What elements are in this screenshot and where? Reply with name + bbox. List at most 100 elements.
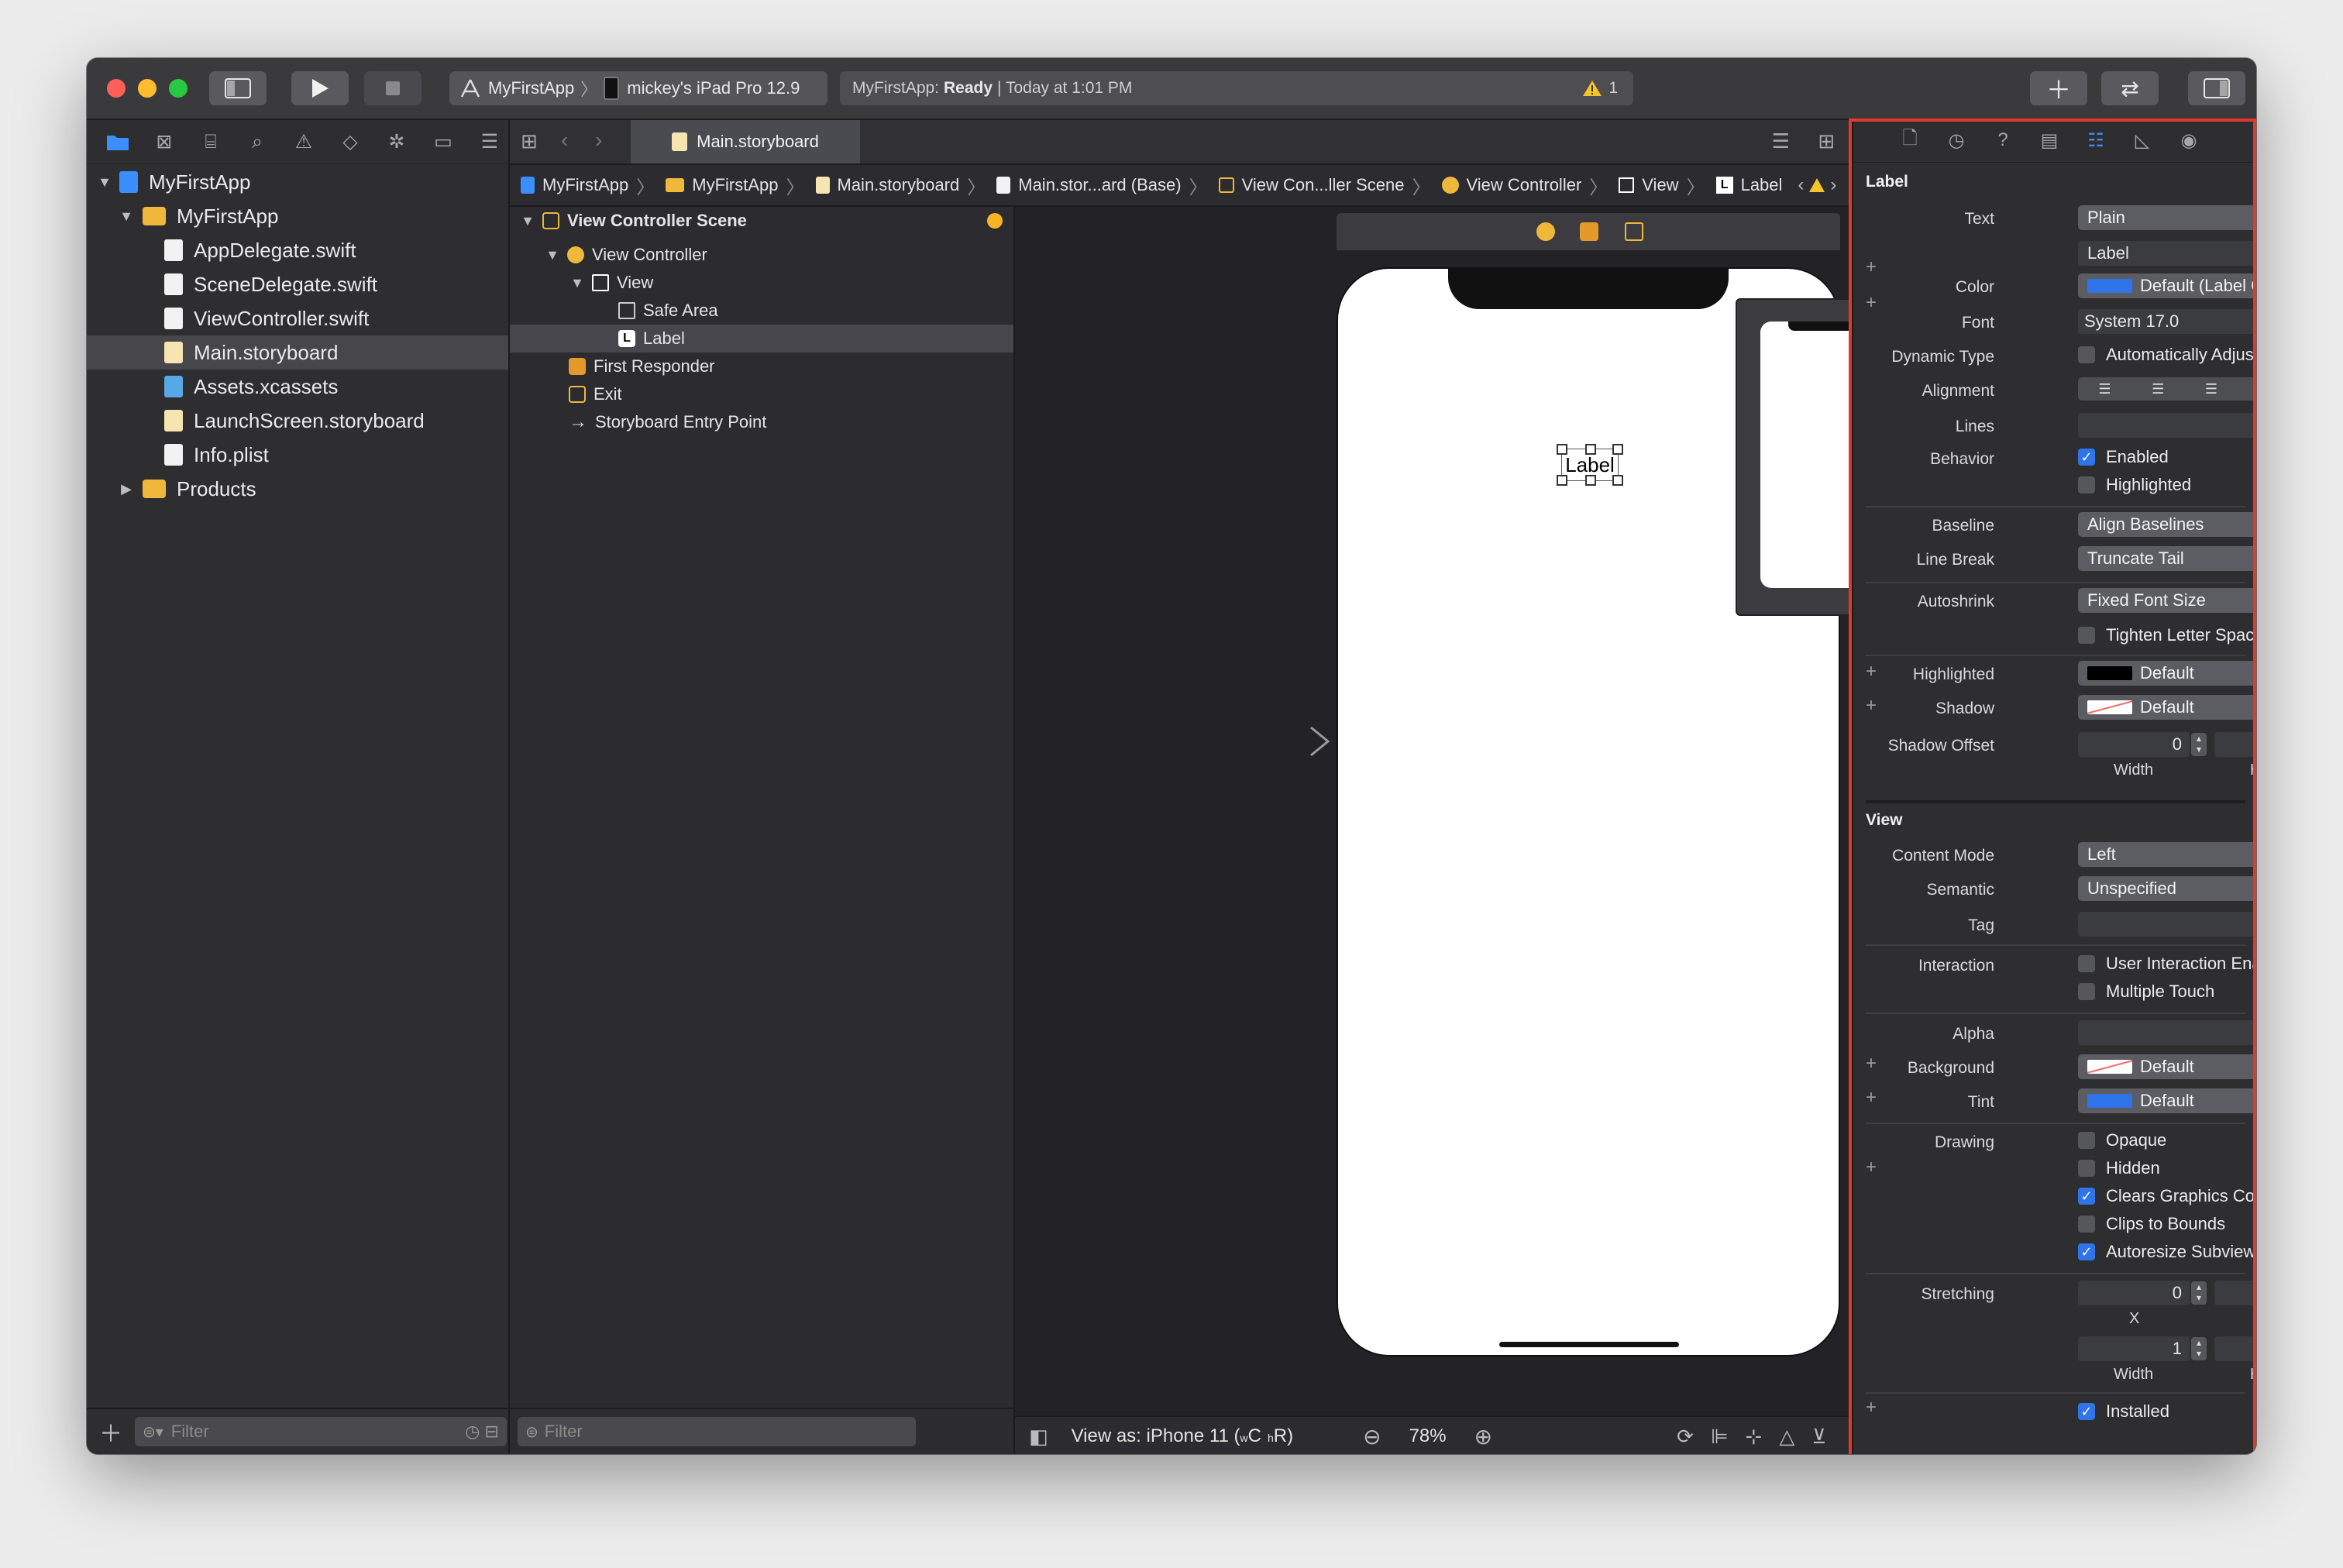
outline-item-scene[interactable]: ▼ View Controller Scene	[510, 207, 1013, 235]
issue-icon[interactable]: ⚠	[285, 125, 322, 159]
resize-handle[interactable]	[1585, 475, 1596, 486]
stretch-y-field[interactable]: 0	[2214, 1281, 2256, 1305]
outline-filter-field[interactable]: ⊜ Filter	[518, 1417, 916, 1446]
recent-files-icon[interactable]: ◷ ⊟	[465, 1422, 499, 1442]
installed-checkbox[interactable]: ✓	[2078, 1403, 2095, 1420]
add-variation-icon[interactable]: +	[1866, 1397, 1877, 1418]
help-inspector-icon[interactable]: ?	[1985, 122, 2021, 158]
color-popup[interactable]: Default (Label Color) ▴▾	[2078, 273, 2256, 298]
tree-item-scenedelegate[interactable]: SceneDelegate.swift	[87, 267, 508, 301]
resize-handle[interactable]	[1557, 475, 1567, 486]
add-variation-icon[interactable]: +	[1866, 1053, 1877, 1075]
breadcrumb-base[interactable]: Main.stor...ard (Base) 〉	[996, 172, 1208, 199]
first-responder-icon[interactable]	[1580, 222, 1598, 241]
align-left-icon[interactable]: ☰	[2078, 377, 2131, 401]
tint-color-popup[interactable]: Default ▴▾	[2078, 1088, 2256, 1113]
outline-item-view[interactable]: ▼ View	[510, 269, 1013, 297]
connections-inspector-icon[interactable]: ◉	[2171, 122, 2207, 158]
hidden-checkbox[interactable]	[2078, 1160, 2095, 1177]
entry-point-arrow-icon[interactable]	[1216, 726, 1333, 757]
breadcrumb-storyboard[interactable]: Main.storyboard 〉	[815, 172, 986, 199]
disclosure-closed-icon[interactable]: ▶	[118, 481, 135, 497]
highlighted-color-popup[interactable]: Default ▴▾	[2078, 661, 2256, 686]
tree-item-main-storyboard[interactable]: Main.storyboard	[87, 335, 508, 370]
content-mode-popup[interactable]: Left ▴▾	[2078, 842, 2256, 867]
identity-inspector-icon[interactable]: ▤	[2032, 122, 2067, 158]
view-controller-icon[interactable]	[1536, 222, 1555, 241]
exit-icon[interactable]	[1625, 222, 1643, 241]
warning-indicator[interactable]: 1	[1582, 79, 1618, 98]
alpha-field[interactable]: 1	[2078, 1020, 2256, 1045]
breadcrumb-project[interactable]: MyFirstApp 〉	[521, 172, 655, 199]
stretch-height-field[interactable]: 1	[2214, 1336, 2256, 1361]
zoom-window-button[interactable]	[169, 79, 188, 98]
add-file-icon[interactable]: ＋	[99, 1415, 122, 1449]
related-items-icon[interactable]: ⊞	[521, 129, 538, 153]
line-break-popup[interactable]: Truncate Tail ▴▾	[2078, 546, 2256, 571]
stop-button[interactable]	[364, 71, 421, 105]
opaque-checkbox[interactable]	[2078, 1132, 2095, 1149]
zoom-level[interactable]: 78%	[1409, 1425, 1447, 1447]
clears-graphics-checkbox[interactable]: ✓	[2078, 1188, 2095, 1205]
user-interaction-checkbox[interactable]	[2078, 955, 2095, 972]
shadow-offset-width-stepper[interactable]: ▴ ▾	[2191, 733, 2207, 756]
forward-arrow-icon[interactable]: ›	[595, 128, 602, 153]
resolve-issues-icon[interactable]: △	[1779, 1425, 1794, 1449]
label-text-field[interactable]: Label	[2078, 241, 2256, 266]
align-center-icon[interactable]: ☰	[2131, 377, 2185, 401]
shadow-offset-width-field[interactable]: 0	[2078, 732, 2190, 757]
previous-issue-icon[interactable]: ‹	[1798, 174, 1804, 196]
outline-item-exit[interactable]: Exit	[510, 380, 1013, 408]
tighten-spacing-checkbox[interactable]	[2078, 627, 2095, 644]
file-inspector-icon[interactable]: 🗋	[1892, 122, 1928, 158]
add-variation-icon[interactable]: +	[1866, 661, 1877, 683]
attributes-inspector-icon[interactable]: ☷	[2078, 122, 2114, 158]
lines-field[interactable]: 1	[2078, 413, 2256, 438]
breadcrumb-view-controller[interactable]: View Controller 〉	[1441, 172, 1608, 199]
run-button[interactable]	[291, 71, 349, 105]
navigator-filter-field[interactable]: ⊜▾ Filter ◷ ⊟	[135, 1417, 507, 1446]
breadcrumb-view[interactable]: View 〉	[1619, 172, 1705, 199]
resize-handle[interactable]	[1585, 444, 1596, 455]
breadcrumb-scene[interactable]: View Con...ller Scene 〉	[1218, 172, 1431, 199]
stretch-width-field[interactable]: 1	[2078, 1336, 2190, 1361]
code-review-button[interactable]: ⇄	[2101, 71, 2159, 105]
add-variation-icon[interactable]: +	[1866, 292, 1877, 314]
align-icon[interactable]: ⊫	[1711, 1425, 1729, 1449]
resize-handle[interactable]	[1612, 444, 1623, 455]
tag-field[interactable]: 0	[2078, 912, 2256, 937]
tree-item-products[interactable]: ▶ Products	[87, 472, 508, 506]
add-constraints-icon[interactable]: ⊹	[1746, 1425, 1763, 1449]
enabled-checkbox[interactable]: ✓	[2078, 449, 2095, 466]
split-editor-icon[interactable]: ⊞	[1818, 129, 1835, 153]
add-variation-icon[interactable]: +	[1866, 1087, 1877, 1109]
back-arrow-icon[interactable]: ‹	[561, 128, 568, 153]
report-icon[interactable]: ☰	[471, 125, 508, 159]
minimize-window-button[interactable]	[138, 79, 157, 98]
scheme-selector[interactable]: MyFirstApp 〉 mickey's iPad Pro 12.9	[449, 71, 827, 105]
library-button[interactable]: ＋	[2030, 71, 2087, 105]
align-justify-icon[interactable]: ☰	[2238, 377, 2256, 401]
semantic-popup[interactable]: Unspecified ▴▾	[2078, 876, 2256, 901]
clips-bounds-checkbox[interactable]	[2078, 1216, 2095, 1233]
tree-item-assets[interactable]: Assets.xcassets	[87, 370, 508, 404]
multiple-touch-checkbox[interactable]	[2078, 983, 2095, 1000]
stretch-x-stepper[interactable]: ▴ ▾	[2191, 1281, 2207, 1305]
tree-item-project[interactable]: ▼ MyFirstApp	[87, 165, 508, 199]
disclosure-open-icon[interactable]: ▼	[96, 174, 113, 191]
folder-icon[interactable]	[99, 125, 136, 159]
warning-icon[interactable]	[1808, 177, 1825, 193]
autoshrink-popup[interactable]: Fixed Font Size ▴▾	[2078, 588, 2256, 613]
stretch-x-field[interactable]: 0	[2078, 1281, 2190, 1305]
disclosure-open-icon[interactable]: ▼	[118, 208, 135, 225]
zoom-in-icon[interactable]: ⊕	[1474, 1424, 1492, 1449]
breakpoint-icon[interactable]: ▭	[425, 125, 462, 159]
filter-options-icon[interactable]: ⊜▾	[143, 1422, 163, 1442]
update-frames-icon[interactable]: ⟳	[1677, 1425, 1694, 1449]
toggle-navigator-button[interactable]	[209, 71, 267, 105]
outline-item-view-controller[interactable]: ▼ View Controller	[510, 241, 1013, 269]
disclosure-open-icon[interactable]: ▼	[569, 275, 586, 291]
selected-label[interactable]: Label	[1557, 444, 1623, 486]
breadcrumb-group[interactable]: MyFirstApp 〉	[666, 172, 805, 199]
close-window-button[interactable]	[107, 79, 126, 98]
